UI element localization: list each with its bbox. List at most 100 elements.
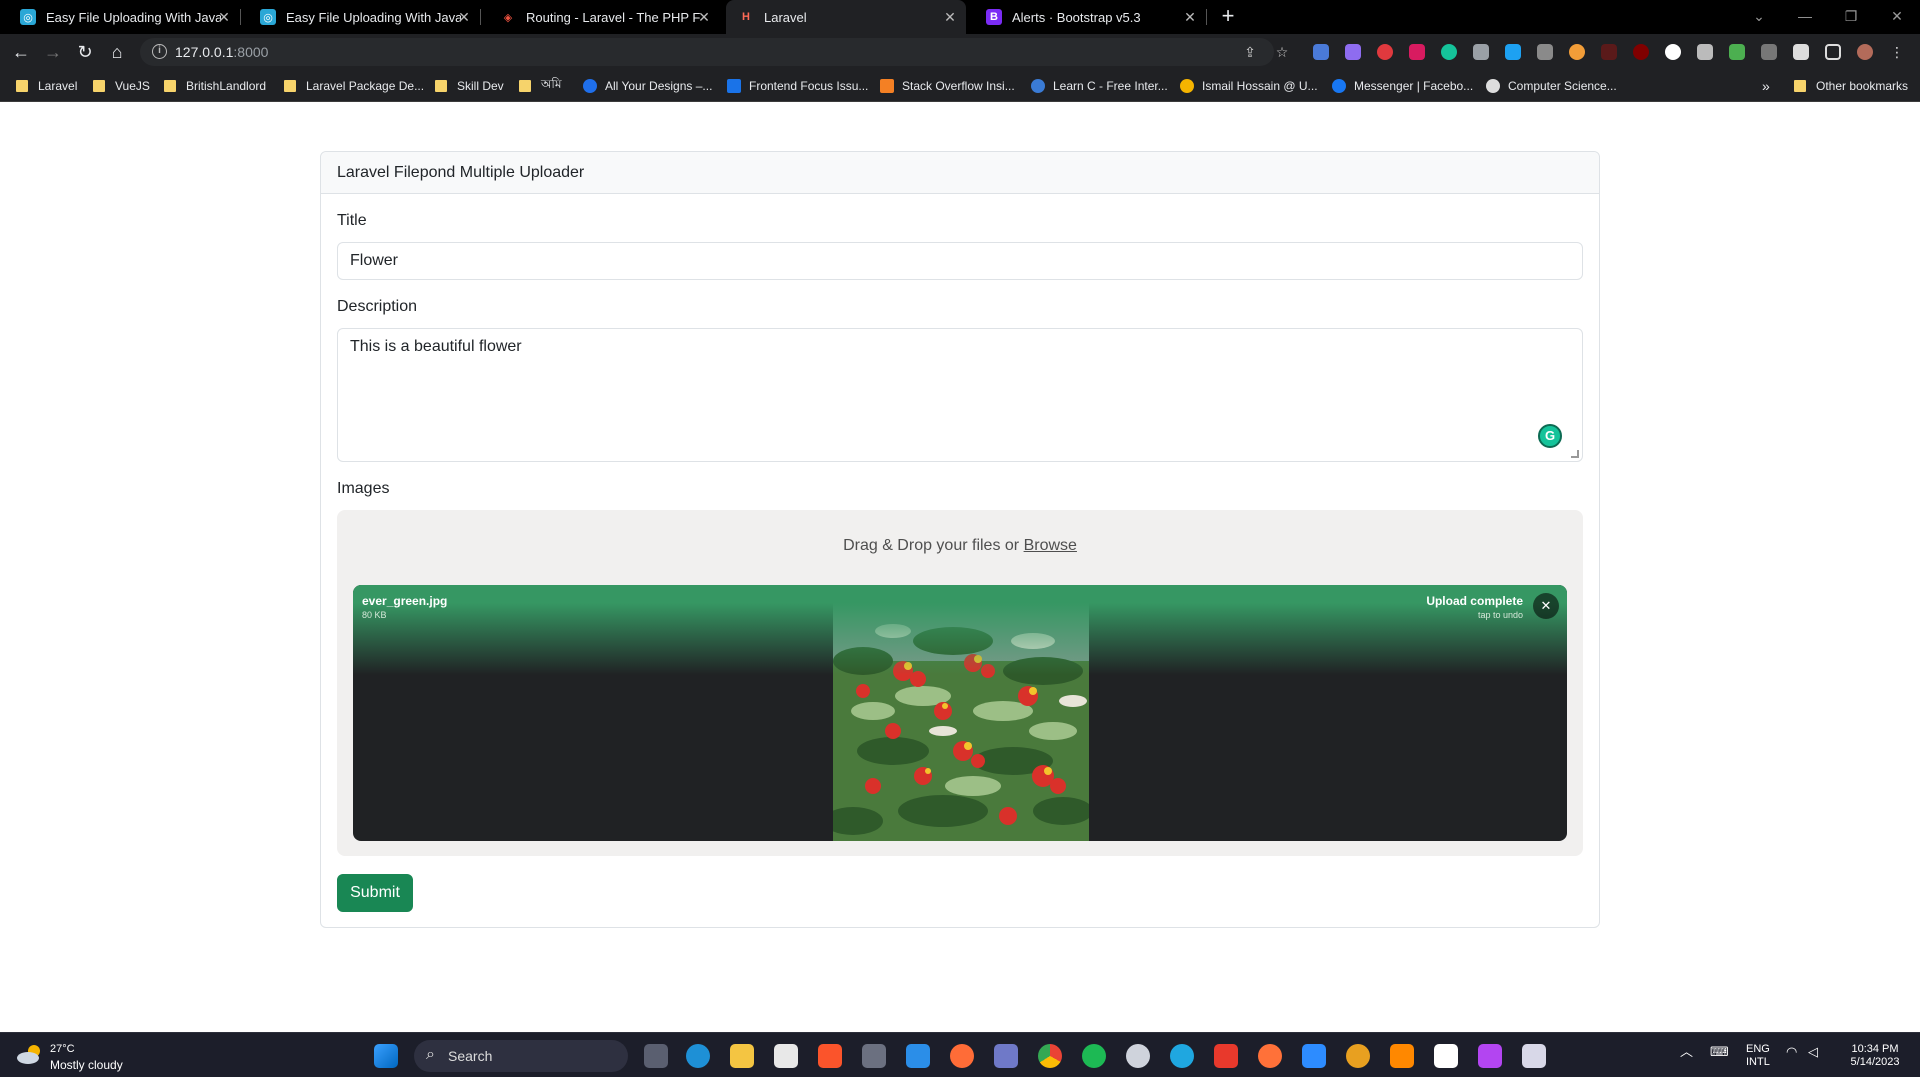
file-explorer-icon[interactable]	[730, 1044, 754, 1068]
720-extension-icon[interactable]	[1601, 44, 1617, 60]
bookmarks-overflow-button[interactable]: »	[1762, 70, 1770, 102]
camera-extension-icon[interactable]	[1761, 44, 1777, 60]
notion-icon[interactable]	[1434, 1044, 1458, 1068]
bookmark-folder[interactable]: VueJS	[93, 70, 150, 102]
submit-button[interactable]: Submit	[337, 874, 413, 912]
grammarly-icon[interactable]: G	[1538, 424, 1562, 448]
restore-icon[interactable]: ❐	[1828, 0, 1874, 34]
back-arrow-icon[interactable]: ←	[9, 40, 33, 64]
home-icon[interactable]: ⌂	[105, 40, 129, 64]
xampp-icon[interactable]	[1346, 1044, 1370, 1068]
zoom-icon[interactable]	[1302, 1044, 1326, 1068]
close-tab-icon[interactable]: ✕	[942, 9, 958, 25]
reload-icon[interactable]: ↻	[73, 40, 97, 64]
color-extension-icon[interactable]	[1569, 44, 1585, 60]
postman-icon[interactable]	[950, 1044, 974, 1068]
bookmark-link[interactable]: Frontend Focus Issu...	[727, 70, 868, 102]
bookmark-link[interactable]: Learn C - Free Inter...	[1031, 70, 1168, 102]
bookmark-folder[interactable]: অমি	[519, 70, 562, 102]
language-indicator[interactable]: ENG INTL	[1746, 1043, 1770, 1069]
puzzle-extensions-icon[interactable]	[1793, 44, 1809, 60]
vlc-icon[interactable]	[1390, 1044, 1414, 1068]
bookmark-star-icon[interactable]: ☆	[1274, 44, 1290, 60]
bookmark-link[interactable]: Computer Science...	[1486, 70, 1617, 102]
vscode-icon[interactable]	[906, 1044, 930, 1068]
circle-extension-icon[interactable]	[1665, 44, 1681, 60]
edge-icon[interactable]	[686, 1044, 710, 1068]
clock-app-icon[interactable]	[1126, 1044, 1150, 1068]
new-tab-button[interactable]: +	[1216, 5, 1240, 29]
shield-extension-icon[interactable]	[1473, 44, 1489, 60]
wps-office-icon[interactable]	[1214, 1044, 1238, 1068]
site-info-icon[interactable]: i	[152, 44, 167, 59]
tab-title: Routing - Laravel - The PHP Fram	[526, 9, 701, 25]
show-hidden-icons-icon[interactable]: ︿	[1680, 1045, 1693, 1058]
pen-extension-icon[interactable]	[1345, 44, 1361, 60]
share-icon[interactable]: ⇪	[1242, 44, 1258, 60]
browser-tab[interactable]: ◎ Easy File Uploading With JavaScr ✕	[240, 0, 480, 34]
spotify-icon[interactable]	[1082, 1044, 1106, 1068]
brave-icon[interactable]	[818, 1044, 842, 1068]
close-tab-icon[interactable]: ✕	[1182, 9, 1198, 25]
grammarly-extension-icon[interactable]	[1441, 44, 1457, 60]
remove-file-icon[interactable]: ✕	[1533, 593, 1559, 619]
wifi-icon[interactable]: ◠	[1786, 1045, 1797, 1058]
taskbar: 27°C Mostly cloudy ⌕ Search ︿ ⌨ ENG INTL…	[0, 1032, 1920, 1077]
browser-tab[interactable]: ◎ Easy File Uploading With JavaScr ✕	[0, 0, 240, 34]
address-bar[interactable]: i 127.0.0.1:8000 ⇪ ☆	[140, 38, 1288, 66]
video-extension-icon[interactable]	[1409, 44, 1425, 60]
minimize-icon[interactable]: —	[1782, 0, 1828, 34]
keyboard-icon[interactable]: ⌨	[1710, 1045, 1729, 1058]
windows-start-icon[interactable]	[374, 1044, 398, 1068]
bookmark-link[interactable]: Stack Overflow Insi...	[880, 70, 1015, 102]
close-tab-icon[interactable]: ✕	[456, 9, 472, 25]
cloud-app-icon[interactable]	[1170, 1044, 1194, 1068]
drop-zone-text[interactable]: Drag & Drop your files or Browse	[337, 537, 1583, 555]
bookmark-link[interactable]: All Your Designs –...	[583, 70, 712, 102]
browse-link[interactable]: Browse	[1024, 537, 1077, 554]
resize-handle-icon[interactable]	[1571, 450, 1579, 458]
vue-extension-icon[interactable]	[1537, 44, 1553, 60]
browser-tab[interactable]: B Alerts · Bootstrap v5.3 ✕	[966, 0, 1206, 34]
side-panel-icon[interactable]	[1825, 44, 1841, 60]
bookmark-folder[interactable]: Laravel	[16, 70, 77, 102]
chrome-icon[interactable]	[1038, 1044, 1062, 1068]
bookmark-folder[interactable]: Skill Dev	[435, 70, 504, 102]
calculator-icon[interactable]	[862, 1044, 886, 1068]
ublock-extension-icon[interactable]	[1633, 44, 1649, 60]
snipping-tool-icon[interactable]	[1522, 1044, 1546, 1068]
volume-icon[interactable]: ◁	[1808, 1045, 1818, 1058]
undo-hint[interactable]: tap to undo	[1478, 610, 1523, 620]
clock[interactable]: 10:34 PM 5/14/2023	[1840, 1043, 1910, 1069]
translate-extension-icon[interactable]	[1313, 44, 1329, 60]
bookmark-folder[interactable]: Laravel Package De...	[284, 70, 424, 102]
task-view-icon[interactable]	[644, 1044, 668, 1068]
leaf-extension-icon[interactable]	[1729, 44, 1745, 60]
window-extension-icon[interactable]	[1697, 44, 1713, 60]
tab-search-icon[interactable]: ⌄	[1736, 0, 1782, 34]
bookmark-link[interactable]: Messenger | Facebo...	[1332, 70, 1473, 102]
profile-avatar[interactable]	[1857, 44, 1873, 60]
other-bookmarks[interactable]: Other bookmarks	[1794, 70, 1908, 102]
browser-tab[interactable]: ◈ Routing - Laravel - The PHP Fram ✕	[480, 0, 720, 34]
close-window-icon[interactable]: ✕	[1874, 0, 1920, 34]
filepond-uploader[interactable]: Drag & Drop your files or Browse ever_gr…	[337, 510, 1583, 856]
description-textarea[interactable]: This is a beautiful flower	[337, 328, 1583, 462]
record-extension-icon[interactable]	[1377, 44, 1393, 60]
sync-extension-icon[interactable]	[1505, 44, 1521, 60]
store-icon[interactable]	[774, 1044, 798, 1068]
bookmark-link[interactable]: Ismail Hossain @ U...	[1180, 70, 1318, 102]
forward-arrow-icon[interactable]: →	[41, 40, 65, 64]
firefox-icon[interactable]	[1258, 1044, 1282, 1068]
browser-tab-active[interactable]: H Laravel ✕	[726, 0, 966, 34]
bookmark-folder[interactable]: BritishLandlord	[164, 70, 266, 102]
title-input[interactable]: Flower	[337, 242, 1583, 280]
menu-kebab-icon[interactable]: ⋮	[1889, 44, 1905, 60]
cloudy-weather-icon[interactable]	[16, 1043, 44, 1065]
close-tab-icon[interactable]: ✕	[696, 9, 712, 25]
dolphin-icon[interactable]	[994, 1044, 1018, 1068]
close-tab-icon[interactable]: ✕	[216, 9, 232, 25]
taskbar-search[interactable]: ⌕ Search	[414, 1040, 628, 1072]
tab-title: Easy File Uploading With JavaScr	[46, 9, 221, 25]
phpstorm-icon[interactable]	[1478, 1044, 1502, 1068]
